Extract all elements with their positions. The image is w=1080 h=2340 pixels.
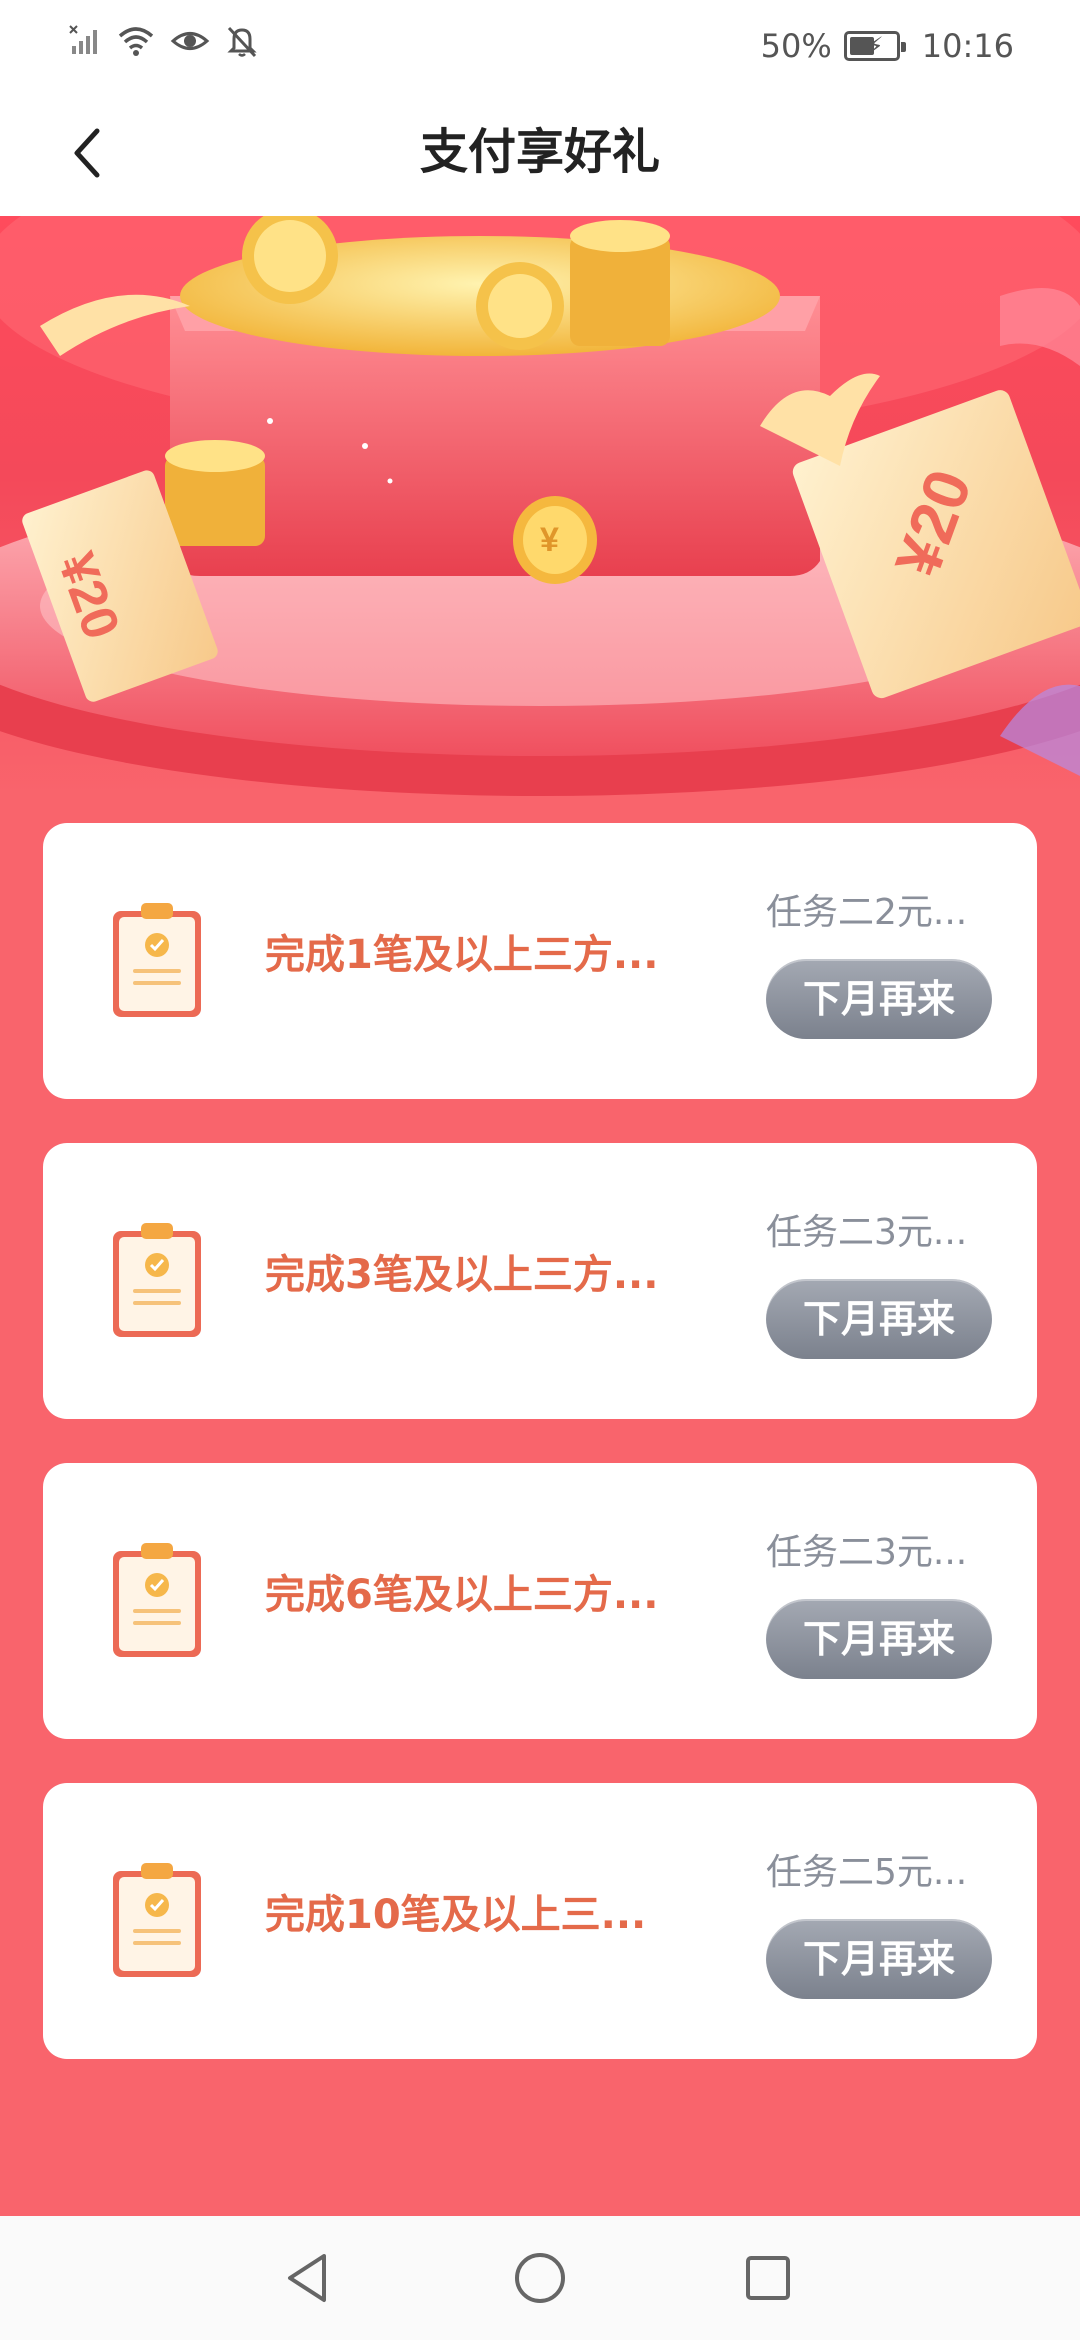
home-circle-icon — [515, 2253, 565, 2303]
task-card: 完成10笔及以上三... 任务二5元... 下月再来 — [43, 1783, 1037, 2059]
recents-square-icon — [746, 2256, 790, 2300]
app-header: 支付享好礼 — [0, 90, 1080, 216]
nav-recents-button[interactable] — [736, 2246, 800, 2310]
bell-muted-icon — [227, 26, 257, 58]
clipboard-check-icon — [113, 1543, 201, 1657]
task-reward: 任务二2元... — [766, 892, 968, 933]
eye-icon — [170, 32, 210, 50]
status-icons-right: 50% ⚡ 10:16 — [761, 26, 1014, 66]
clipboard-check-icon — [113, 1223, 201, 1337]
task-title: 完成6笔及以上三方... — [265, 1572, 659, 1618]
coin-symbol: ¥ — [540, 521, 559, 559]
nav-back-button[interactable] — [276, 2246, 340, 2310]
status-bar: 50% ⚡ 10:16 — [0, 0, 1080, 90]
wifi-icon — [118, 27, 154, 56]
back-triangle-icon — [288, 2254, 326, 2302]
battery-percent: 50% — [760, 27, 832, 65]
come-back-next-month-button[interactable]: 下月再来 — [766, 1279, 992, 1359]
system-nav-bar — [0, 2216, 1080, 2340]
task-title: 完成1笔及以上三方... — [265, 932, 659, 978]
clipboard-check-icon — [113, 903, 201, 1017]
task-reward: 任务二3元... — [766, 1532, 968, 1573]
task-title: 完成3笔及以上三方... — [265, 1252, 659, 1298]
come-back-next-month-button[interactable]: 下月再来 — [766, 1599, 992, 1679]
clock: 10:16 — [921, 27, 1014, 65]
page-title: 支付享好礼 — [419, 124, 660, 180]
come-back-next-month-button[interactable]: 下月再来 — [766, 959, 992, 1039]
task-reward: 任务二3元... — [766, 1212, 968, 1253]
task-title: 完成10笔及以上三... — [265, 1892, 647, 1938]
come-back-next-month-button[interactable]: 下月再来 — [766, 1919, 992, 1999]
battery-charging-icon: ⚡ — [843, 31, 906, 61]
promo-banner: ¥20 ¥20 ¥ — [0, 216, 1080, 796]
task-card: 完成1笔及以上三方... 任务二2元... 下月再来 — [43, 823, 1037, 1099]
clipboard-check-icon — [113, 1863, 201, 1977]
task-list: 完成1笔及以上三方... 任务二2元... 下月再来 完成3笔及以上三方... … — [43, 823, 1037, 2103]
no-signal-icon — [69, 25, 97, 54]
nav-home-button[interactable] — [508, 2246, 572, 2310]
task-card: 完成3笔及以上三方... 任务二3元... 下月再来 — [43, 1143, 1037, 1419]
status-icons-left — [68, 24, 260, 58]
task-card: 完成6笔及以上三方... 任务二3元... 下月再来 — [43, 1463, 1037, 1739]
task-reward: 任务二5元... — [766, 1852, 968, 1893]
